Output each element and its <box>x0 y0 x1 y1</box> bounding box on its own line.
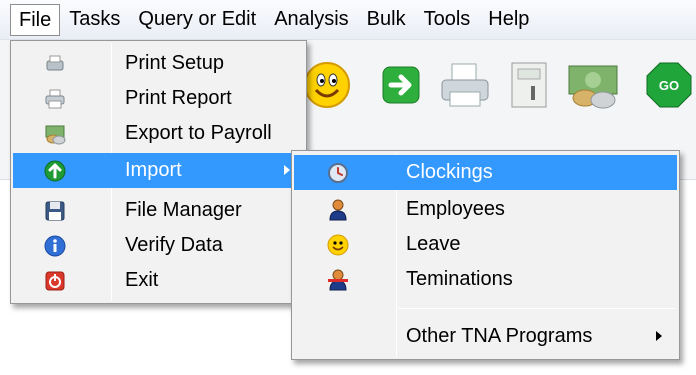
menu-item-label: Export to Payroll <box>125 122 272 144</box>
menu-query-or-edit[interactable]: Query or Edit <box>129 4 265 36</box>
menu-item-print-setup[interactable]: Print Setup <box>13 46 304 81</box>
go-label: GO <box>659 78 679 93</box>
menu-item-label: Leave <box>406 233 461 255</box>
menu-tasks[interactable]: Tasks <box>60 4 129 36</box>
menu-item-other-tna-programs[interactable]: Other TNA Programs <box>294 319 677 354</box>
import-submenu: Clockings Employees Leave Teminations Ot… <box>291 150 680 360</box>
menu-item-leave[interactable]: Leave <box>294 227 677 262</box>
employee-icon <box>326 198 350 222</box>
menu-item-file-manager[interactable]: File Manager <box>13 193 304 228</box>
menu-item-label: Exit <box>125 269 159 291</box>
menu-item-label: Clockings <box>406 161 493 183</box>
menu-item-import[interactable]: Import <box>13 153 304 188</box>
menu-item-label: Other TNA Programs <box>406 325 593 347</box>
menu-item-label: Print Report <box>125 87 232 109</box>
menu-bulk[interactable]: Bulk <box>358 4 415 36</box>
calculator-icon[interactable] <box>500 56 558 114</box>
green-arrow-icon[interactable] <box>372 56 430 114</box>
exit-icon <box>43 269 67 293</box>
menu-item-employees[interactable]: Employees <box>294 192 677 227</box>
file-menu: Print Setup Print Report Export to Payro… <box>10 40 307 304</box>
smiley-icon <box>326 233 350 257</box>
menu-item-label: Employees <box>406 198 505 220</box>
info-icon <box>43 234 67 258</box>
menu-tools[interactable]: Tools <box>415 4 480 36</box>
menu-item-label: Teminations <box>406 268 513 290</box>
printer-icon[interactable] <box>436 56 494 114</box>
menu-item-clockings[interactable]: Clockings <box>294 155 677 190</box>
money-icon <box>43 122 67 146</box>
menu-item-print-report[interactable]: Print Report <box>13 81 304 116</box>
printer-setup-icon <box>43 52 67 76</box>
money-icon[interactable] <box>564 56 622 114</box>
termination-icon <box>326 268 350 292</box>
menu-separator <box>398 308 675 309</box>
menu-item-exit[interactable]: Exit <box>13 263 304 298</box>
printer-icon <box>43 87 67 111</box>
menu-item-label: Import <box>125 159 182 181</box>
menu-item-export-to-payroll[interactable]: Export to Payroll <box>13 116 304 151</box>
menu-item-label: Verify Data <box>125 234 223 256</box>
submenu-arrow-icon <box>284 165 290 175</box>
menu-file[interactable]: File <box>10 3 61 36</box>
menu-bar: File Tasks Query or Edit Analysis Bulk T… <box>0 0 696 40</box>
disk-icon <box>43 199 67 223</box>
menu-item-label: File Manager <box>125 199 242 221</box>
submenu-arrow-icon <box>656 331 662 341</box>
clock-icon <box>326 161 350 185</box>
menu-item-teminations[interactable]: Teminations <box>294 262 677 297</box>
menu-help[interactable]: Help <box>479 4 538 36</box>
menu-item-label: Print Setup <box>125 52 224 74</box>
menu-analysis[interactable]: Analysis <box>265 4 357 36</box>
green-up-arrow-icon <box>43 159 67 183</box>
menu-item-verify-data[interactable]: Verify Data <box>13 228 304 263</box>
go-icon[interactable]: GO <box>640 56 696 114</box>
